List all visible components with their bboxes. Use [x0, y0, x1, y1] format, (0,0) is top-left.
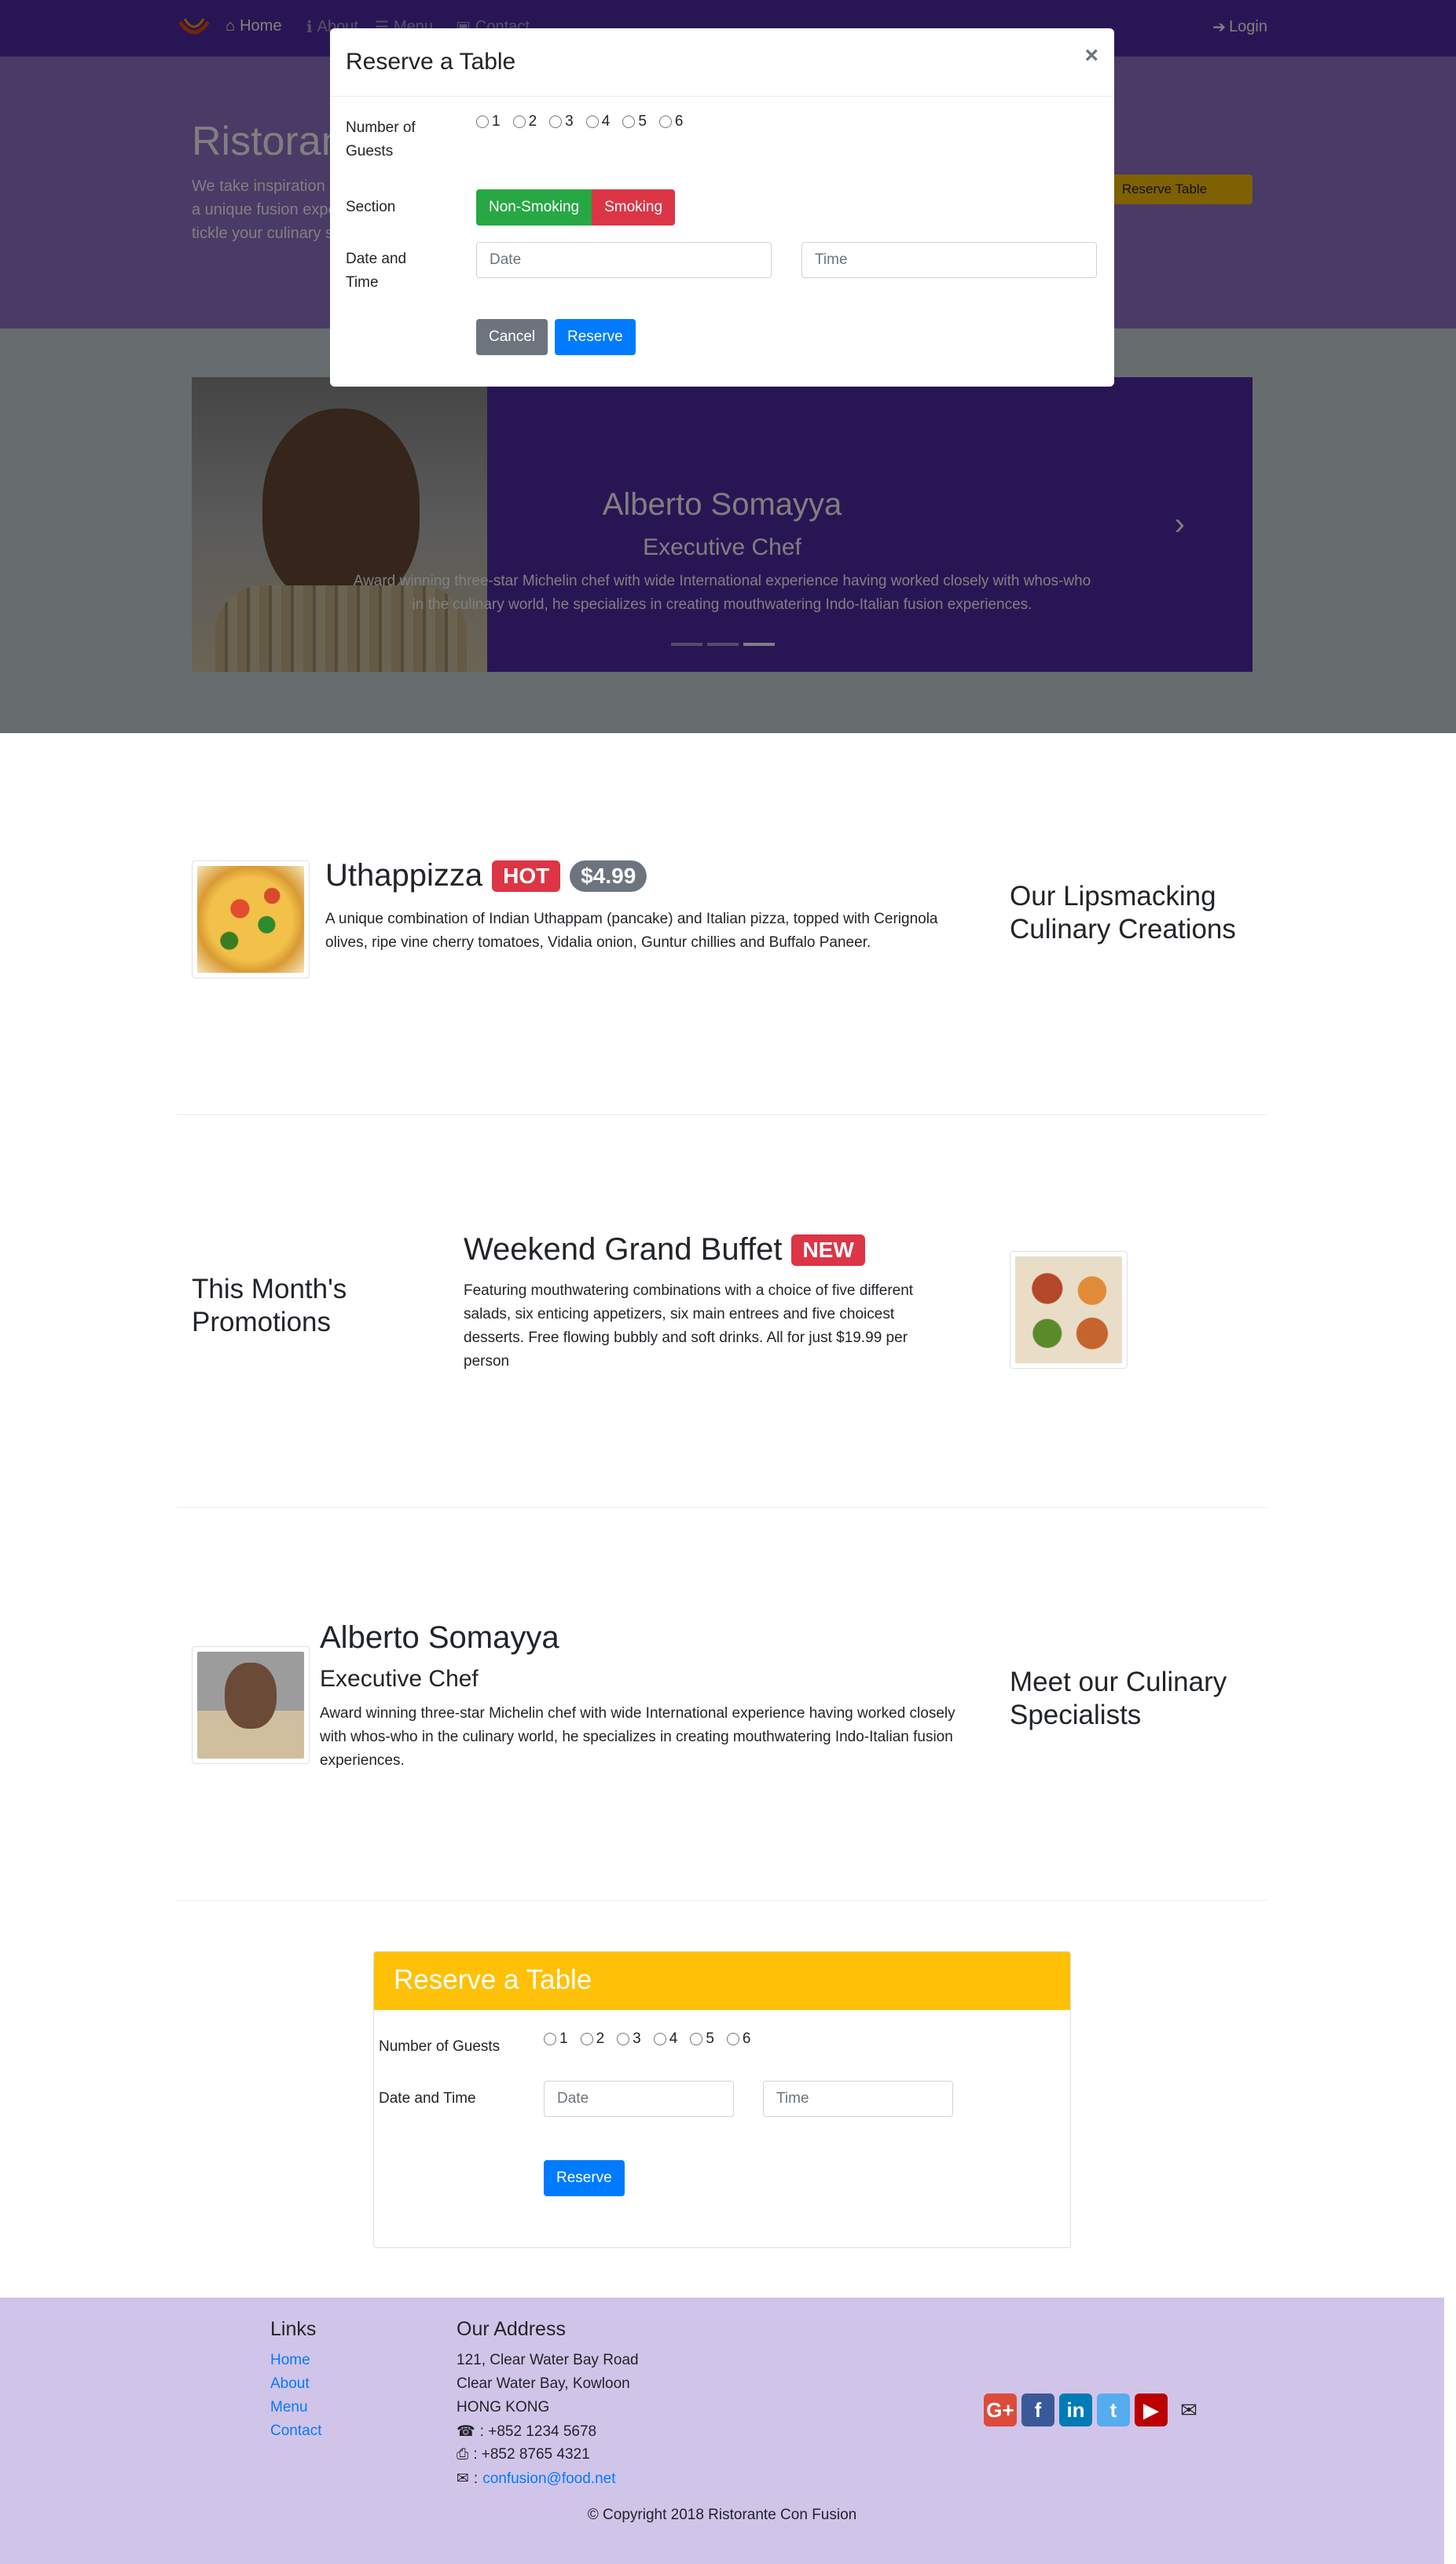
price-badge: $4.99 [570, 860, 647, 892]
footer-link-about[interactable]: About [270, 2375, 310, 2393]
address-line-1: 121, Clear Water Bay Road [457, 2352, 639, 2368]
card-guests-label: Number of Guests [379, 2038, 501, 2055]
radio-button[interactable] [622, 116, 636, 128]
pizza-image [197, 866, 304, 973]
envelope-icon: ✉ [457, 2470, 469, 2487]
promotion-name: Weekend Grand Buffet [464, 1232, 783, 1267]
modal-header: Reserve a Table × [330, 28, 1114, 97]
guest-option-5[interactable]: 5 [622, 113, 647, 130]
leader-thumbnail [192, 1646, 310, 1764]
datetime-label: Date and Time [346, 251, 407, 291]
modal-title: Reserve a Table [346, 49, 516, 75]
radio-button[interactable] [585, 116, 599, 128]
dish-description: A unique combination of Indian Uthappam … [325, 911, 938, 951]
card-date-input[interactable]: Date [544, 2081, 734, 2117]
leader-side-heading: Meet our Culinary Specialists [1010, 1667, 1227, 1730]
card-title: Reserve a Table [394, 1964, 592, 1995]
section-label: Section [346, 199, 396, 215]
card-guest-option-2[interactable]: 2 [580, 2030, 604, 2048]
leader-name: Alberto Somayya [320, 1620, 559, 1655]
date-input[interactable]: Date [476, 242, 772, 278]
card-datetime-label: Date and Time [379, 2090, 476, 2107]
mail-icon[interactable]: ✉ [1172, 2393, 1205, 2426]
smoking-button[interactable]: Smoking [592, 189, 676, 226]
phone-icon: ☎ [457, 2423, 475, 2440]
radio-button[interactable] [658, 116, 672, 128]
new-badge: NEW [791, 1234, 865, 1266]
google-plus-icon[interactable]: G+ [984, 2393, 1017, 2426]
radio-button[interactable] [617, 2033, 630, 2045]
email-link[interactable]: confusion@food.net [482, 2470, 615, 2488]
hot-badge: HOT [492, 860, 561, 892]
guests-radio-group: 1 2 3 4 5 6 [476, 113, 683, 130]
radio-button[interactable] [580, 2033, 593, 2045]
card-header: Reserve a Table [374, 1952, 1070, 2010]
guest-option-1[interactable]: 1 [476, 113, 501, 130]
radio-button[interactable] [544, 2033, 556, 2045]
footer-link-home[interactable]: Home [270, 2352, 310, 2369]
footer-link-menu[interactable]: Menu [270, 2399, 308, 2416]
facebook-icon[interactable]: f [1021, 2393, 1054, 2426]
radio-button[interactable] [653, 2033, 666, 2045]
promotion-title-row: Weekend Grand Buffet NEW [464, 1232, 865, 1267]
reserve-card: Reserve a Table Number of Guests 1 2 3 4… [373, 1951, 1071, 2248]
card-guest-option-5[interactable]: 5 [690, 2030, 714, 2048]
reserve-modal: Reserve a Table × Number of Guests 1 2 3… [330, 28, 1114, 387]
guest-option-2[interactable]: 2 [512, 113, 537, 130]
address-line-3: HONG KONG [457, 2399, 550, 2415]
leader-role: Executive Chef [320, 1666, 479, 1692]
non-smoking-button[interactable]: Non-Smoking [476, 189, 592, 226]
card-guest-option-4[interactable]: 4 [653, 2030, 677, 2048]
card-guest-option-1[interactable]: 1 [544, 2030, 568, 2048]
address-line-2: Clear Water Bay, Kowloon [457, 2375, 630, 2392]
cancel-button[interactable]: Cancel [476, 319, 548, 355]
dish-name: Uthappizza [325, 858, 483, 893]
guests-label: Number of Guests [346, 119, 416, 160]
footer-fax: ⎙ : +852 8765 4321 [457, 2446, 590, 2463]
close-icon[interactable]: × [1084, 42, 1098, 69]
footer [0, 2298, 1444, 2564]
section-button-group: Non-Smoking Smoking [476, 189, 676, 226]
row-divider [177, 1900, 1267, 1901]
row-divider [177, 1507, 1267, 1508]
footer-address-heading: Our Address [457, 2318, 566, 2340]
card-guest-option-3[interactable]: 3 [617, 2030, 641, 2048]
radio-button[interactable] [549, 116, 563, 128]
linkedin-icon[interactable]: in [1059, 2393, 1092, 2426]
card-time-input[interactable]: Time [763, 2081, 953, 2117]
fax-number: : +852 8765 4321 [473, 2446, 590, 2463]
footer-phone: ☎ : +852 1234 5678 [457, 2423, 596, 2441]
footer-email: ✉ : confusion@food.net [457, 2470, 616, 2488]
twitter-icon[interactable]: t [1097, 2393, 1130, 2426]
promotion-thumbnail [1010, 1251, 1128, 1369]
dish-side-heading: Our Lipsmacking Culinary Creations [1010, 881, 1236, 945]
radio-button[interactable] [726, 2033, 739, 2045]
promotion-description: Featuring mouthwatering combinations wit… [464, 1282, 914, 1370]
modal-reserve-button[interactable]: Reserve [555, 319, 636, 355]
promotion-side-heading: This Month's Promotions [192, 1274, 347, 1337]
radio-button[interactable] [476, 116, 489, 128]
dish-title-row: Uthappizza HOT $4.99 [325, 858, 647, 893]
guest-option-4[interactable]: 4 [585, 113, 610, 130]
card-guest-option-6[interactable]: 6 [726, 2030, 750, 2048]
copyright: © Copyright 2018 Ristorante Con Fusion [587, 2507, 857, 2523]
leader-description: Award winning three-star Michelin chef w… [320, 1705, 955, 1769]
youtube-icon[interactable]: ▶ [1135, 2393, 1168, 2426]
chef-image [197, 1652, 304, 1759]
dish-thumbnail [192, 860, 310, 978]
guest-option-3[interactable]: 3 [549, 113, 574, 130]
phone-number: : +852 1234 5678 [479, 2423, 597, 2440]
row-divider [177, 1114, 1267, 1115]
footer-links-heading: Links [270, 2318, 317, 2340]
time-input[interactable]: Time [801, 242, 1097, 278]
guest-option-6[interactable]: 6 [658, 113, 683, 130]
radio-button[interactable] [512, 116, 526, 128]
radio-button[interactable] [690, 2033, 703, 2045]
card-guests-radio-group: 1 2 3 4 5 6 [544, 2030, 750, 2048]
fax-icon: ⎙ [457, 2446, 469, 2463]
buffet-image [1015, 1256, 1122, 1363]
footer-link-contact[interactable]: Contact [270, 2423, 321, 2440]
card-reserve-button[interactable]: Reserve [544, 2160, 625, 2196]
social-links: G+ f in t ▶ ✉ [984, 2393, 1205, 2426]
